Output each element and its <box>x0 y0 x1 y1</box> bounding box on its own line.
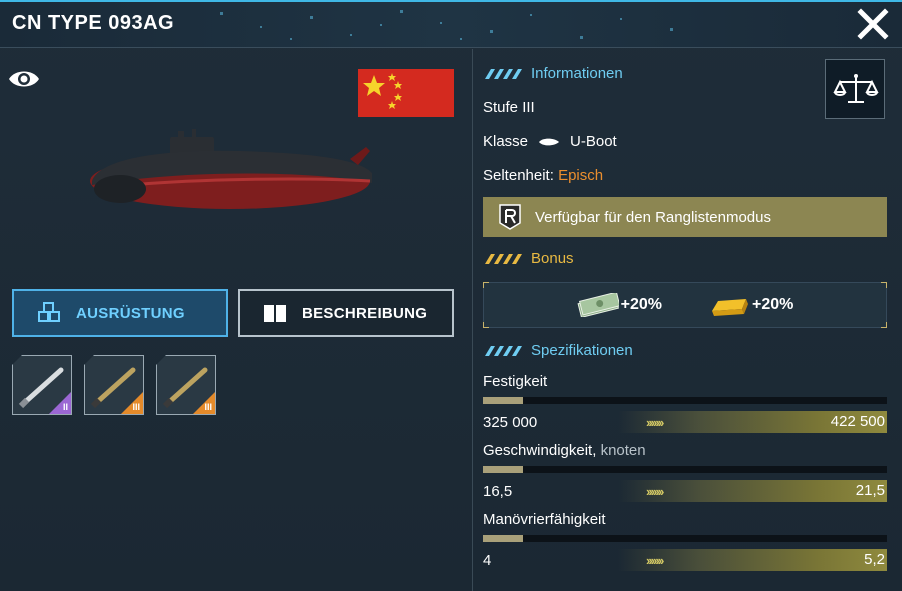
rarity-label: Seltenheit: <box>483 167 554 184</box>
chevrons-icon: ››››››› <box>646 415 664 430</box>
tab-equipment-label: AUSRÜSTUNG <box>76 304 185 322</box>
stat-maneuver-upgrade: ››››››› 5,2 <box>618 549 887 571</box>
stat-maneuver-bar <box>483 535 887 542</box>
close-button[interactable] <box>856 8 890 40</box>
section-bonus: Bonus <box>485 250 574 267</box>
stat-name: Festigkeit <box>483 373 548 390</box>
class-row: Klasse U-Boot <box>483 133 617 150</box>
tier-row: Stufe III <box>483 99 535 116</box>
submarine-class-icon <box>539 138 560 145</box>
equipment-slot-3[interactable]: III <box>156 355 216 415</box>
view-3d-button[interactable] <box>8 67 40 91</box>
stat-strength-upgrade: ››››››› 422 500 <box>618 411 887 433</box>
section-informationen: Informationen <box>485 65 623 82</box>
ranked-mode-banner: Verfügbar für den Ranglistenmodus <box>483 197 887 237</box>
ship-details-window: CN TYPE 093AG AUSRÜSTUNG BESCHREIBUNG II… <box>0 0 902 591</box>
compare-button[interactable] <box>825 59 885 119</box>
rarity-value: Episch <box>558 167 604 184</box>
bonus-money-value: +20% <box>620 296 662 313</box>
gold-bar-icon <box>712 299 748 316</box>
bonus-box: +20% +20% <box>483 282 887 328</box>
class-label: Klasse <box>483 133 529 150</box>
chevrons-icon: ››››››› <box>646 484 664 499</box>
tab-description[interactable]: BESCHREIBUNG <box>238 289 454 337</box>
stat-unit: knoten <box>600 442 646 459</box>
stripes-icon <box>485 253 522 264</box>
class-value: U-Boot <box>570 133 617 150</box>
ranked-icon <box>499 204 521 230</box>
equipment-level: II <box>62 402 68 412</box>
scales-icon <box>833 74 879 103</box>
equipment-slot-2[interactable]: III <box>84 355 144 415</box>
equipment-level: III <box>204 402 212 412</box>
close-icon <box>857 8 889 40</box>
tier-value: III <box>522 99 535 116</box>
header-decoration <box>220 10 673 40</box>
stat-speed-upgrade: ››››››› 21,5 <box>618 480 887 502</box>
book-icon <box>264 305 286 322</box>
stat-strength-bar <box>483 397 887 404</box>
section-title: Spezifikationen <box>531 342 633 359</box>
page-title: CN TYPE 093AG <box>12 12 175 34</box>
chevrons-icon: ››››››› <box>646 553 664 568</box>
stripes-icon <box>485 345 522 356</box>
bonus-gold-value: +20% <box>752 296 794 313</box>
ranked-mode-label: Verfügbar für den Ranglistenmodus <box>535 208 771 226</box>
section-title: Bonus <box>531 250 574 267</box>
equipment-slot-1[interactable]: II <box>12 355 72 415</box>
stat-name: Geschwindigkeit, <box>483 442 597 459</box>
stat-speed-base: 16,5 <box>483 483 513 500</box>
china-flag-icon <box>358 69 454 117</box>
stat-speed-label: Geschwindigkeit, knoten <box>483 442 646 459</box>
stat-speed-max: 21,5 <box>855 482 885 499</box>
bonus-gold: +20% <box>708 293 793 317</box>
header: CN TYPE 093AG <box>0 0 902 48</box>
submarine-image <box>90 129 372 209</box>
section-spezifikationen: Spezifikationen <box>485 342 633 359</box>
equipment-level: III <box>132 402 140 412</box>
stat-name: Manövrierfähigkeit <box>483 511 606 528</box>
section-title: Informationen <box>531 65 623 82</box>
stat-strength-max: 422 500 <box>830 413 885 430</box>
cubes-icon <box>38 302 60 322</box>
tab-description-label: BESCHREIBUNG <box>302 304 428 322</box>
rarity-row: Seltenheit: Episch <box>483 167 603 184</box>
stat-bar-fill <box>483 535 524 542</box>
stat-strength-base: 325 000 <box>483 414 538 431</box>
tier-label: Stufe <box>483 99 519 116</box>
stat-maneuver-label: Manövrierfähigkeit <box>483 511 606 528</box>
money-icon <box>577 293 619 317</box>
stat-speed-bar <box>483 466 887 473</box>
stat-maneuver-max: 5,2 <box>864 551 885 568</box>
tab-equipment[interactable]: AUSRÜSTUNG <box>12 289 228 337</box>
stat-strength-label: Festigkeit <box>483 373 547 390</box>
stat-bar-fill <box>483 397 524 404</box>
info-panel: Informationen Stufe III Klasse U-Boot Se… <box>473 49 902 591</box>
eye-icon <box>9 71 39 87</box>
ship-preview-panel: AUSRÜSTUNG BESCHREIBUNG II III III <box>0 49 472 591</box>
bonus-money: +20% <box>577 293 662 317</box>
stat-maneuver-base: 4 <box>483 552 492 569</box>
stripes-icon <box>485 68 522 79</box>
stat-bar-fill <box>483 466 524 473</box>
